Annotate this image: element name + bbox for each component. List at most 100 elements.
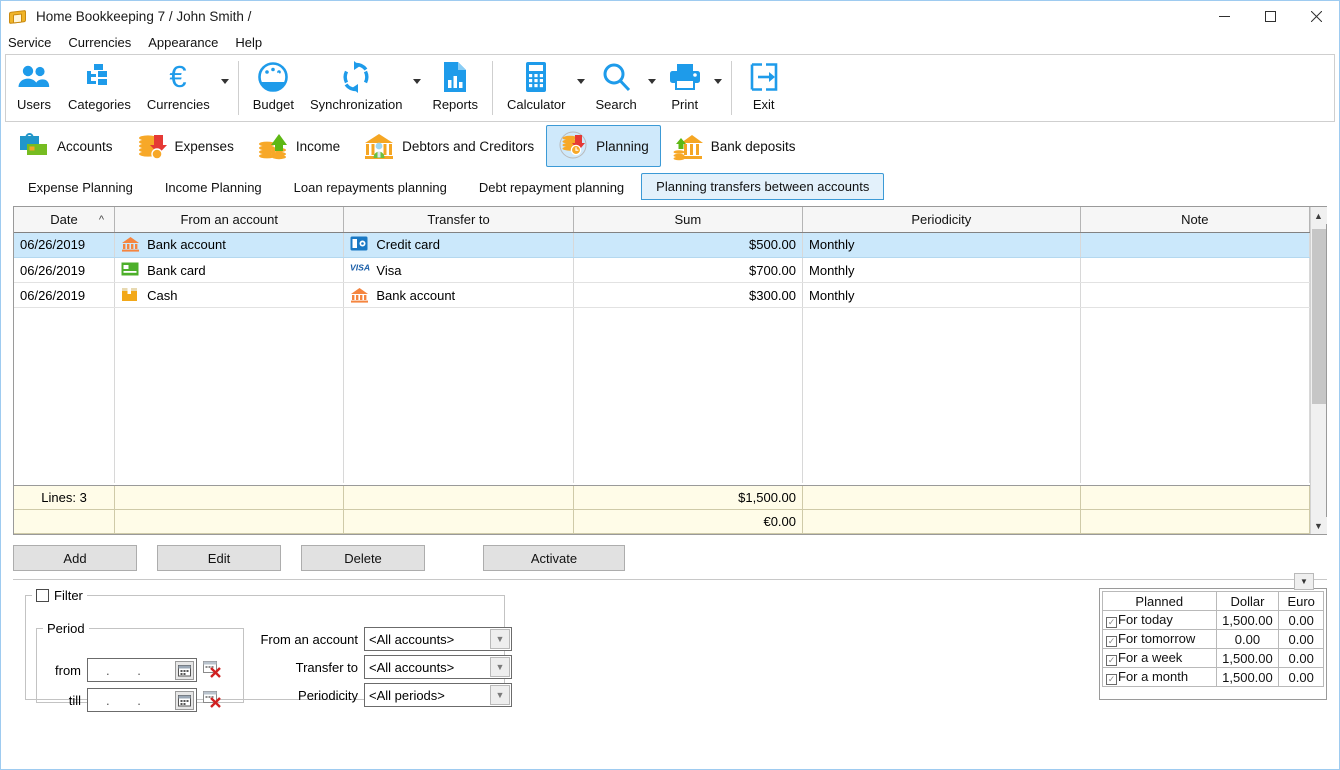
planned-row-checkbox[interactable]: ✓ xyxy=(1106,674,1117,685)
toolbar-button-users[interactable]: Users xyxy=(8,55,60,121)
tab-debt-repayment-planning[interactable]: Debt repayment planning xyxy=(464,174,639,200)
toolbar-button-categories[interactable]: Categories xyxy=(60,55,139,121)
planned-row[interactable]: ✓ For tomorrow 0.00 0.00 xyxy=(1102,629,1324,649)
chevron-down-icon-calculator[interactable] xyxy=(574,55,588,121)
footer-empty xyxy=(114,509,345,534)
chevron-down-icon-synchronization[interactable] xyxy=(410,55,424,121)
users-icon xyxy=(17,57,51,97)
chevron-down-icon-search[interactable] xyxy=(645,55,659,121)
sidebar-item-bank-deposits[interactable]: Bank deposits xyxy=(661,125,808,167)
toolbar-button-synchronization[interactable]: Synchronization xyxy=(302,55,411,121)
column-header-transfer-to[interactable]: Transfer to xyxy=(343,207,574,233)
planned-row-checkbox[interactable]: ✓ xyxy=(1106,655,1117,666)
chevron-down-icon[interactable]: ▼ xyxy=(490,629,510,649)
table-row[interactable]: 06/26/2019 xyxy=(14,282,1311,308)
toolbar-button-search[interactable]: Search xyxy=(588,55,645,121)
toolbar-button-reports[interactable]: Reports xyxy=(424,55,486,121)
planned-row-checkbox[interactable]: ✓ xyxy=(1106,636,1117,647)
sidebar-item-expenses[interactable]: Expenses xyxy=(125,125,246,167)
filter-from-account-select[interactable]: <All accounts> ▼ xyxy=(364,627,512,651)
period-till-input[interactable]: . . xyxy=(87,688,197,712)
tab-expense-planning[interactable]: Expense Planning xyxy=(13,174,148,200)
calendar-icon[interactable] xyxy=(175,661,194,680)
planned-row[interactable]: ✓ For today 1,500.00 0.00 xyxy=(1102,610,1324,630)
toolbar-button-exit[interactable]: Exit xyxy=(738,55,790,121)
chevron-down-icon[interactable]: ▼ xyxy=(490,685,510,705)
sidebar-item-income[interactable]: Income xyxy=(246,125,352,167)
tab-planning-transfers-between-accounts[interactable]: Planning transfers between accounts xyxy=(641,173,885,200)
toolbar-label-search: Search xyxy=(595,97,637,112)
footer-empty xyxy=(802,509,1081,534)
toolbar-button-print[interactable]: Print xyxy=(659,55,711,121)
table-row[interactable]: 06/26/2019 xyxy=(14,232,1311,258)
menu-item-appearance[interactable]: Appearance xyxy=(148,34,227,51)
activate-button[interactable]: Activate xyxy=(483,545,625,571)
sidebar-item-debtors-and-creditors[interactable]: Debtors and Creditors xyxy=(352,125,546,167)
toolbar-button-currencies[interactable]: € Currencies xyxy=(139,55,218,121)
scrollbar-thumb[interactable] xyxy=(1311,229,1326,404)
chevron-down-icon-currencies[interactable] xyxy=(218,55,232,121)
calendar-icon[interactable] xyxy=(175,691,194,710)
footer-total-dollar: $1,500.00 xyxy=(573,485,804,510)
add-button[interactable]: Add xyxy=(13,545,137,571)
column-header-periodicity[interactable]: Periodicity xyxy=(802,207,1081,233)
cell-transfer-to-label: Credit card xyxy=(376,237,440,253)
period-from-label: from xyxy=(55,662,81,678)
tab-loan-repayments-planning[interactable]: Loan repayments planning xyxy=(279,174,462,200)
period-from-input[interactable]: . . xyxy=(87,658,197,682)
period-legend: Period xyxy=(47,621,85,636)
footer-row-lines: Lines: 3 $1,500.00 xyxy=(14,485,1311,510)
planned-row-checkbox[interactable]: ✓ xyxy=(1106,617,1117,628)
menu-bar: Service Currencies Appearance Help xyxy=(1,32,1339,52)
planned-row-label-cell[interactable]: ✓ For a month xyxy=(1102,667,1217,687)
filter-transfer-to-select[interactable]: <All accounts> ▼ xyxy=(364,655,512,679)
toolbar-button-budget[interactable]: Budget xyxy=(245,55,302,121)
delete-button[interactable]: Delete xyxy=(301,545,425,571)
bank-up-arrow-icon xyxy=(673,131,703,161)
planned-summary-panel: ▼ Planned Dollar Euro ✓ For today 1,500.… xyxy=(1099,573,1327,700)
chevron-down-icon-print[interactable] xyxy=(711,55,725,121)
filter-checkbox[interactable] xyxy=(36,589,49,602)
toolbar-button-calculator[interactable]: Calculator xyxy=(499,55,574,121)
column-header-from-an-account[interactable]: From an account xyxy=(114,207,345,233)
period-group: Period from . . till . . xyxy=(36,621,244,712)
edit-button[interactable]: Edit xyxy=(157,545,281,571)
footer-empty xyxy=(1080,509,1311,534)
planned-row-label: For today xyxy=(1118,612,1173,627)
planned-row-label-cell[interactable]: ✓ For today xyxy=(1102,610,1217,630)
menu-item-currencies[interactable]: Currencies xyxy=(68,34,140,51)
main-toolbar: Users Categories € Currencies Budget Syn… xyxy=(5,54,1335,122)
filter-periodicity-select[interactable]: <All periods> ▼ xyxy=(364,683,512,707)
maximize-icon[interactable] xyxy=(1247,1,1293,32)
calendar-clear-icon[interactable] xyxy=(203,660,225,680)
sidebar-item-planning[interactable]: Planning xyxy=(546,125,661,167)
table-row[interactable]: 06/26/2019 xyxy=(14,257,1311,283)
sidebar-item-accounts[interactable]: Accounts xyxy=(7,125,125,167)
footer-total-euro: €0.00 xyxy=(573,509,804,534)
scroll-down-icon[interactable]: ▼ xyxy=(1310,517,1327,534)
calendar-clear-icon[interactable] xyxy=(203,690,225,710)
minimize-icon[interactable] xyxy=(1201,1,1247,32)
column-header-date[interactable]: Date ^ xyxy=(14,207,116,233)
planned-row-label-cell[interactable]: ✓ For a week xyxy=(1102,648,1217,668)
planned-row[interactable]: ✓ For a week 1,500.00 0.00 xyxy=(1102,648,1324,668)
scrollbar-track[interactable] xyxy=(1311,224,1327,517)
scroll-up-icon[interactable]: ▲ xyxy=(1310,207,1327,224)
footer-lines-count: Lines: 3 xyxy=(14,485,116,510)
menu-item-help[interactable]: Help xyxy=(235,34,271,51)
period-till-label: till xyxy=(68,692,81,708)
column-header-sum[interactable]: Sum xyxy=(573,207,804,233)
planned-header-dollar: Dollar xyxy=(1215,591,1280,611)
planned-row[interactable]: ✓ For a month 1,500.00 0.00 xyxy=(1102,667,1324,687)
exit-arrow-icon xyxy=(749,57,779,97)
sync-icon xyxy=(339,57,373,97)
tab-income-planning[interactable]: Income Planning xyxy=(150,174,277,200)
grid-vertical-scrollbar[interactable]: ▲ ▼ xyxy=(1310,207,1327,534)
panel-collapse-button[interactable]: ▼ xyxy=(1294,573,1314,590)
toolbar-label-print: Print xyxy=(671,97,699,112)
column-header-note[interactable]: Note xyxy=(1080,207,1311,233)
close-icon[interactable] xyxy=(1293,1,1339,32)
menu-item-service[interactable]: Service xyxy=(8,34,60,51)
planned-row-label-cell[interactable]: ✓ For tomorrow xyxy=(1102,629,1217,649)
chevron-down-icon[interactable]: ▼ xyxy=(490,657,510,677)
